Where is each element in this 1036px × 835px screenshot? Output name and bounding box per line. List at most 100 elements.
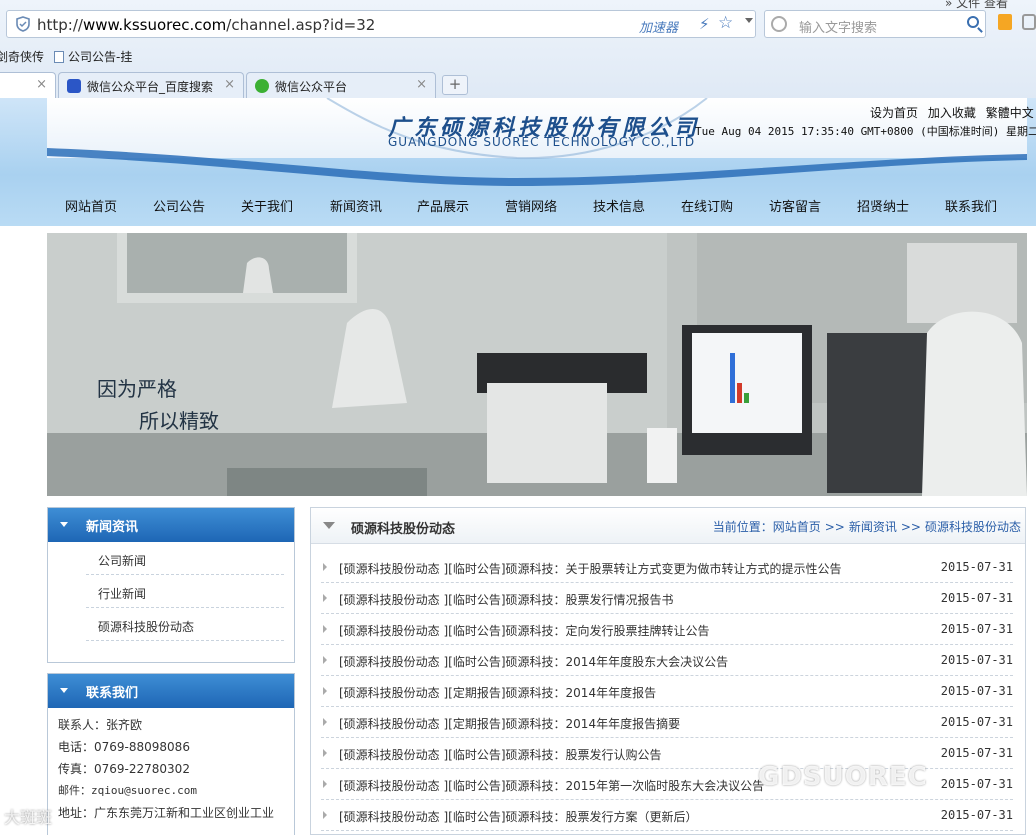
close-icon[interactable]: × <box>224 77 235 92</box>
chevron-down-icon <box>323 522 335 529</box>
contact-phone: 电话：0769-88098086 <box>58 740 190 754</box>
list-item-title[interactable]: [硕源科技股份动态 ][临时公告]硕源科技：定向发行股票挂牌转让公告 <box>339 622 710 639</box>
bullet-icon <box>323 656 327 664</box>
sidebar-contact-title: 联系我们 <box>48 674 294 708</box>
list-item-title[interactable]: [硕源科技股份动态 ][定期报告]硕源科技：2014年年度报告 <box>339 684 656 701</box>
bolt-icon[interactable]: ⚡ <box>699 15 710 33</box>
bookmarks-bar: 剑奇侠传 公司公告-挂 <box>0 46 1036 68</box>
list-item-title[interactable]: [硕源科技股份动态 ][临时公告]硕源科技：股票发行情况报告书 <box>339 591 674 608</box>
chevron-down-icon[interactable] <box>745 18 753 23</box>
list-item[interactable]: [硕源科技股份动态 ][临时公告]硕源科技：定向发行股票挂牌转让公告 2015-0… <box>321 614 1013 645</box>
add-favorite-link[interactable]: 加入收藏 <box>928 106 976 120</box>
chevron-down-icon <box>60 522 68 527</box>
tab-current[interactable]: × <box>0 72 56 98</box>
breadcrumb: 当前位置：网站首页 >> 新闻资讯 >> 硕源科技股份动态 <box>713 518 1021 535</box>
breadcrumb-home[interactable]: 网站首页 <box>773 520 821 534</box>
list-item-title[interactable]: [硕源科技股份动态 ][定期报告]硕源科技：2014年年度报告摘要 <box>339 715 680 732</box>
bullet-icon <box>323 687 327 695</box>
breadcrumb-current[interactable]: 硕源科技股份动态 <box>925 520 1021 534</box>
list-item[interactable]: [硕源科技股份动态 ][临时公告]硕源科技：2014年年度股东大会决议公告 201… <box>321 645 1013 676</box>
hero-slogan-1: 因为严格 <box>97 377 177 401</box>
list-item-date: 2015-07-31 <box>940 560 1013 574</box>
tab-baidu[interactable]: 微信公众平台_百度搜索 × <box>58 72 244 98</box>
main-nav: 网站首页 公司公告 关于我们 新闻资讯 产品展示 营销网络 技术信息 在线订购 … <box>47 196 1027 226</box>
bookmark-item[interactable]: 公司公告-挂 <box>54 48 132 65</box>
list-item-title[interactable]: [硕源科技股份动态 ][临时公告]硕源科技：股票发行方案（更新后） <box>339 808 698 825</box>
nav-item-tech-info[interactable]: 技术信息 <box>593 196 645 215</box>
bookmark-label: 公司公告-挂 <box>68 50 133 64</box>
site-header: 广东硕源科技股份有限公司 GUANGDONG SUOREC TECHNOLOGY… <box>0 98 1036 226</box>
traditional-chinese-link[interactable]: 繁體中文 <box>986 106 1034 120</box>
browser-chrome: » 文件 查看 http://www.kssuorec.com/channel.… <box>0 0 1036 98</box>
nav-item-careers[interactable]: 招贤纳士 <box>857 196 909 215</box>
bullet-icon <box>323 780 327 788</box>
breadcrumb-separator: >> <box>900 520 921 534</box>
close-icon[interactable]: × <box>416 77 427 92</box>
list-item[interactable]: [硕源科技股份动态 ][定期报告]硕源科技：2014年年度报告摘要 2015-07… <box>321 707 1013 738</box>
news-list-header: 硕源科技股份动态 当前位置：网站首页 >> 新闻资讯 >> 硕源科技股份动态 <box>311 508 1025 544</box>
sidebar-item-company-news[interactable]: 公司新闻 <box>86 542 284 575</box>
current-datetime: Tue Aug 04 2015 17:35:40 GMT+0800 (中国标准时… <box>695 125 1036 138</box>
nav-item-news[interactable]: 新闻资讯 <box>330 196 382 215</box>
list-item-date: 2015-07-31 <box>940 653 1013 667</box>
set-homepage-link[interactable]: 设为首页 <box>870 106 918 120</box>
nav-item-online-order[interactable]: 在线订购 <box>681 196 733 215</box>
list-item-title[interactable]: [硕源科技股份动态 ][临时公告]硕源科技：股票发行认购公告 <box>339 746 662 763</box>
browser-search-box[interactable]: 输入文字搜索 <box>764 10 986 38</box>
list-item-date: 2015-07-31 <box>940 777 1013 791</box>
extension-icon-2[interactable] <box>1022 14 1036 30</box>
sidebar-contact-box: 联系我们 联系人：张齐欧 电话：0769-88098086 传真：0769-22… <box>47 673 295 835</box>
address-bar[interactable]: http://www.kssuorec.com/channel.asp?id=3… <box>6 10 756 38</box>
search-icon[interactable] <box>967 16 979 28</box>
tab-wechat[interactable]: 微信公众平台 × <box>246 72 436 98</box>
nav-item-about[interactable]: 关于我们 <box>241 196 293 215</box>
favorite-star-icon[interactable]: ☆ <box>718 13 733 33</box>
tab-label: 微信公众平台_百度搜索 <box>87 80 214 94</box>
sidebar-heading-text: 联系我们 <box>86 686 139 701</box>
company-logo-en: GUANGDONG SUOREC TECHNOLOGY CO.,LTD <box>388 135 696 149</box>
list-item-date: 2015-07-31 <box>940 808 1013 822</box>
close-icon[interactable]: × <box>36 77 47 92</box>
accelerator-button[interactable]: 加速器 <box>639 17 678 36</box>
new-tab-button[interactable]: + <box>442 75 468 95</box>
baidu-paw-icon <box>67 79 81 93</box>
watermark-logo: GDSUOREC <box>758 762 928 792</box>
nav-item-contact[interactable]: 联系我们 <box>945 196 997 215</box>
url-path: /channel.asp?id=32 <box>226 16 376 34</box>
contact-address: 地址：广东东莞万江新和工业区创业工业 <box>58 806 275 820</box>
list-item[interactable]: [硕源科技股份动态 ][临时公告]硕源科技：股票发行方案（更新后） 2015-07… <box>321 800 1013 831</box>
nav-item-products[interactable]: 产品展示 <box>417 196 469 215</box>
address-text[interactable]: http://www.kssuorec.com/channel.asp?id=3… <box>37 16 375 34</box>
tab-strip: × 微信公众平台_百度搜索 × 微信公众平台 × + <box>0 72 1036 98</box>
bullet-icon <box>323 563 327 571</box>
bullet-icon <box>323 594 327 602</box>
list-item-title[interactable]: [硕源科技股份动态 ][临时公告]硕源科技：2014年年度股东大会决议公告 <box>339 653 728 670</box>
nav-item-announcements[interactable]: 公司公告 <box>153 196 205 215</box>
bullet-icon <box>323 749 327 757</box>
list-item[interactable]: [硕源科技股份动态 ][临时公告]硕源科技：关于股票转让方式变更为做市转让方式的… <box>321 552 1013 583</box>
sidebar-item-suorec-updates[interactable]: 硕源科技股份动态 <box>86 608 284 641</box>
list-item-title[interactable]: [硕源科技股份动态 ][临时公告]硕源科技：关于股票转让方式变更为做市转让方式的… <box>339 560 842 577</box>
breadcrumb-news[interactable]: 新闻资讯 <box>849 520 897 534</box>
wechat-icon <box>255 79 269 93</box>
tab-label: 微信公众平台 <box>275 80 348 94</box>
breadcrumb-separator: >> <box>824 520 845 534</box>
sidebar-heading-text: 新闻资讯 <box>86 520 139 535</box>
nav-item-sales-network[interactable]: 营销网络 <box>505 196 557 215</box>
nav-item-home[interactable]: 网站首页 <box>65 196 117 215</box>
list-item-title[interactable]: [硕源科技股份动态 ][临时公告]硕源科技：2015年第一次临时股东大会决议公告 <box>339 777 764 794</box>
contact-fax: 传真：0769-22780302 <box>58 762 190 776</box>
nav-item-guestbook[interactable]: 访客留言 <box>769 196 821 215</box>
search-engine-icon[interactable] <box>771 16 787 32</box>
list-item[interactable]: [硕源科技股份动态 ][定期报告]硕源科技：2014年年度报告 2015-07-3… <box>321 676 1013 707</box>
list-item-date: 2015-07-31 <box>940 684 1013 698</box>
bullet-icon <box>323 625 327 633</box>
extension-icon[interactable] <box>998 14 1012 30</box>
chevron-down-icon <box>60 688 68 693</box>
lab-scene-image <box>47 233 1027 496</box>
watermark-bottom-left: 大斑斑 <box>4 808 53 827</box>
list-item[interactable]: [硕源科技股份动态 ][临时公告]硕源科技：股票发行情况报告书 2015-07-3… <box>321 583 1013 614</box>
sidebar-item-industry-news[interactable]: 行业新闻 <box>86 575 284 608</box>
hero-slogan-2: 所以精致 <box>139 409 219 433</box>
bookmark-item[interactable]: 剑奇侠传 <box>0 48 44 65</box>
